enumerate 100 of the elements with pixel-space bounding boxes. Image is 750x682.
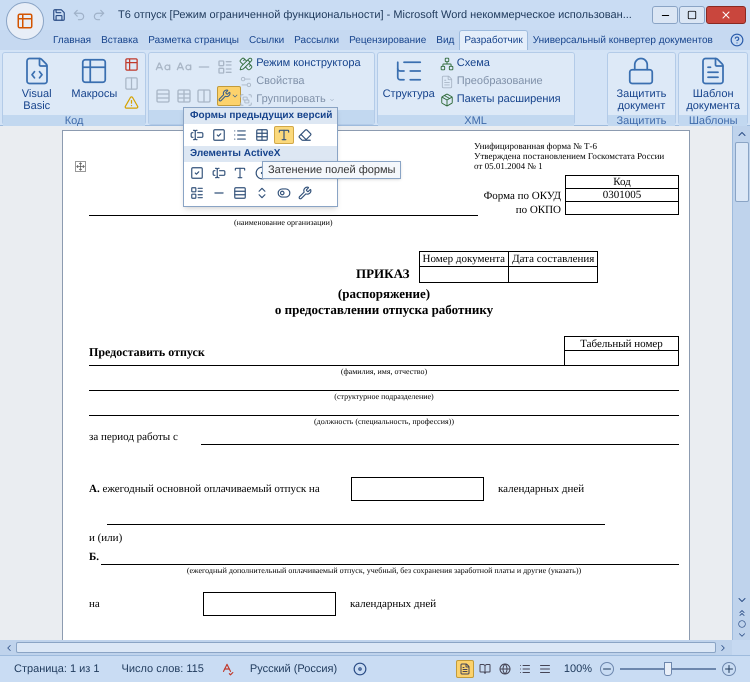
field-caption: (должность (специальность, профессия)) bbox=[313, 416, 455, 427]
ribbon-button[interactable]: Схема bbox=[438, 55, 572, 72]
document-icon bbox=[440, 74, 454, 88]
group-label: Шаблоны bbox=[688, 115, 738, 127]
code-label: по ОКПО bbox=[516, 203, 561, 217]
field-caption: (наименование организации) bbox=[232, 217, 334, 229]
table-header: Номер документа bbox=[418, 251, 510, 267]
page-count[interactable]: Страница: 1 из 1 bbox=[0, 660, 114, 678]
macro-record-icon[interactable] bbox=[353, 662, 368, 676]
settings-icon bbox=[239, 74, 254, 88]
document-subject: о предоставлении отпуска работнику bbox=[274, 302, 494, 318]
zoom-slider[interactable] bbox=[620, 662, 716, 676]
grant-label: Предоставить отпуск bbox=[89, 344, 205, 361]
scroll-thumb[interactable] bbox=[16, 642, 716, 653]
window-title: Т6 отпуск [Режим ограниченной функциональности] - Microsoft Word некоммерческое использован... bbox=[118, 8, 632, 23]
period-label: за период работы с bbox=[89, 430, 179, 444]
group-icon bbox=[239, 92, 254, 106]
move-handle-icon[interactable] bbox=[75, 161, 86, 172]
eraser-icon bbox=[298, 128, 312, 142]
zoom-in-icon[interactable] bbox=[722, 662, 736, 676]
field-caption: (ежегодный дополнительный оплачиваемый отпуск, учебный, без сохранения заработной платы и другие (указать)) bbox=[186, 565, 582, 576]
tools-dropdown-button[interactable] bbox=[216, 86, 241, 106]
letter-icon bbox=[233, 166, 248, 180]
ribbon-button[interactable]: Шаблон документа bbox=[681, 53, 746, 115]
list-icon bbox=[233, 128, 248, 142]
ribbon-button[interactable]: Защитить документ bbox=[610, 53, 674, 115]
ruler-pencil-icon bbox=[239, 56, 254, 70]
group-label: Защитить bbox=[616, 115, 666, 127]
zoom-out-icon[interactable] bbox=[600, 662, 614, 676]
form-note: Унифицированная форма № Т-6 bbox=[474, 141, 598, 151]
ribbon-tab[interactable]: Ссылки bbox=[244, 30, 290, 50]
input-field[interactable] bbox=[203, 592, 336, 616]
word-count[interactable]: Число слов: 115 bbox=[114, 660, 212, 678]
and-or-label: и (или) bbox=[89, 531, 124, 545]
view-button[interactable] bbox=[456, 660, 474, 678]
table-cell: 0301005 bbox=[565, 188, 679, 202]
close-icon bbox=[720, 9, 732, 21]
table-icon bbox=[254, 128, 269, 142]
save-icon[interactable] bbox=[52, 8, 66, 22]
tooltip: Затенение полей формы bbox=[262, 161, 402, 179]
ribbon-button[interactable]: Режим конструктора bbox=[237, 55, 372, 72]
ribbon-tab[interactable]: Рассылки bbox=[289, 30, 344, 50]
wrench-icon bbox=[298, 186, 312, 200]
unit-label: календарных дней bbox=[350, 596, 436, 612]
ribbon-button[interactable]: Пакеты расширения bbox=[438, 91, 572, 108]
table-header: Дата составления bbox=[508, 251, 598, 267]
code-label: Форма по ОКУД bbox=[484, 189, 561, 203]
document-subtitle: (распоряжение) bbox=[336, 286, 432, 302]
office-button[interactable] bbox=[6, 2, 44, 40]
package-icon bbox=[440, 92, 454, 106]
checkbox-icon bbox=[212, 128, 226, 142]
ribbon-tab[interactable]: Вставка bbox=[96, 30, 144, 50]
horizontal-scrollbar[interactable] bbox=[0, 640, 732, 655]
form-note: от 05.01.2004 № 1 bbox=[474, 161, 544, 171]
input-field[interactable] bbox=[351, 477, 484, 501]
section-label: Б. bbox=[89, 550, 100, 564]
ribbon-tab[interactable]: Главная bbox=[48, 30, 96, 50]
table-header: Код bbox=[613, 176, 631, 188]
list-icon bbox=[190, 186, 204, 200]
vertical-scrollbar[interactable] bbox=[732, 126, 750, 640]
ribbon-tab[interactable]: Рецензирование bbox=[344, 30, 432, 50]
close-button[interactable] bbox=[706, 6, 746, 24]
menu-section-title: Элементы ActiveX bbox=[190, 148, 280, 160]
form-icon[interactable] bbox=[124, 57, 140, 72]
help-icon[interactable] bbox=[730, 33, 744, 47]
scroll-thumb[interactable] bbox=[734, 142, 748, 202]
maximize-icon bbox=[687, 10, 697, 20]
maximize-button[interactable] bbox=[679, 6, 705, 24]
form-note: Утверждена постановлением Госкомстата России bbox=[474, 151, 666, 161]
table-header: Табельный номер bbox=[564, 336, 679, 351]
prefix-label: на bbox=[89, 596, 101, 612]
ribbon-tab[interactable]: Вид bbox=[431, 30, 460, 50]
section-label: А. ежегодный основной оплачиваемый отпуск на bbox=[89, 482, 321, 497]
field-caption: (фамилия, имя, отчество) bbox=[340, 366, 428, 377]
group-label: Код bbox=[64, 115, 84, 127]
browse-object-icon[interactable] bbox=[738, 620, 746, 628]
ribbon-tab[interactable]: Разработчик bbox=[459, 30, 528, 50]
text-field-icon bbox=[212, 166, 226, 180]
previous-page-icon[interactable] bbox=[736, 608, 746, 618]
control-tool-button[interactable] bbox=[274, 126, 294, 144]
toggle-icon bbox=[276, 186, 291, 200]
network-icon bbox=[440, 56, 454, 70]
unit-label: календарных дней bbox=[498, 482, 584, 497]
zoom-level[interactable]: 100% bbox=[564, 660, 592, 678]
book-icon bbox=[478, 663, 491, 675]
language-label[interactable]: Русский (Россия) bbox=[242, 660, 346, 678]
lines-icon bbox=[538, 663, 551, 675]
page-icon bbox=[458, 663, 471, 675]
text-field-icon bbox=[190, 128, 204, 142]
ribbon-tab[interactable]: Разметка страницы bbox=[143, 30, 244, 50]
slider-thumb[interactable] bbox=[664, 662, 672, 676]
globe-icon bbox=[498, 663, 511, 675]
ribbon-button[interactable]: Структура bbox=[380, 53, 438, 115]
ribbon-tab[interactable]: Универсальный конвертер документов bbox=[528, 30, 718, 50]
wrench-icon bbox=[218, 89, 232, 102]
ribbon-button[interactable]: Visual Basic bbox=[5, 53, 68, 115]
ribbon-button[interactable]: Макросы bbox=[68, 53, 120, 115]
field-caption: (структурное подразделение) bbox=[333, 391, 435, 402]
logo-icon bbox=[16, 12, 34, 30]
checkbox-icon bbox=[190, 166, 204, 180]
